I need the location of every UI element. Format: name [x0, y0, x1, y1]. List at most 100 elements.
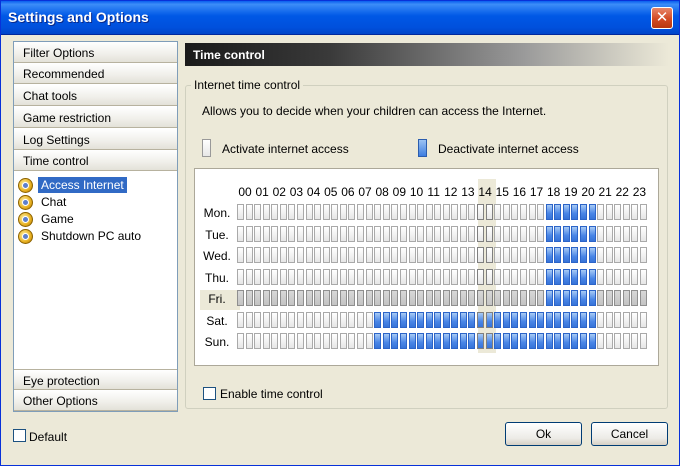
schedule-cell[interactable] [459, 311, 467, 328]
schedule-cell[interactable] [365, 311, 373, 328]
schedule-cell[interactable] [571, 290, 579, 306]
schedule-cell[interactable] [245, 290, 253, 306]
schedule-cell[interactable] [322, 268, 330, 285]
schedule-cell[interactable] [614, 333, 622, 349]
schedule-cell[interactable] [639, 268, 647, 285]
schedule-cell[interactable] [305, 290, 313, 306]
ok-button[interactable]: Ok [505, 422, 582, 446]
schedule-cell[interactable] [417, 225, 424, 242]
schedule-cell[interactable] [639, 333, 647, 349]
schedule-cell[interactable] [254, 247, 262, 263]
schedule-cell[interactable] [391, 290, 399, 306]
schedule-cell[interactable] [331, 311, 339, 328]
hour-label-12[interactable]: 12 [442, 185, 460, 199]
schedule-cell[interactable] [554, 290, 562, 306]
schedule-cell[interactable] [434, 311, 442, 328]
schedule-cell[interactable] [485, 225, 493, 242]
schedule-cell[interactable] [391, 333, 399, 349]
schedule-cell[interactable] [528, 225, 536, 242]
schedule-cell[interactable] [485, 311, 493, 328]
schedule-cell[interactable] [237, 268, 244, 285]
schedule-cell[interactable] [528, 204, 536, 220]
default-label[interactable]: Default [29, 430, 67, 444]
schedule-cell[interactable] [374, 225, 382, 242]
schedule-cell[interactable] [588, 247, 596, 263]
schedule-cell[interactable] [391, 247, 399, 263]
schedule-cell[interactable] [357, 204, 365, 220]
subitem-shutdown-pc-auto[interactable]: Shutdown PC auto [18, 228, 144, 244]
schedule-cell[interactable] [485, 290, 493, 306]
schedule-cell[interactable] [631, 290, 639, 306]
hour-label-02[interactable]: 02 [270, 185, 288, 199]
schedule-cell[interactable] [382, 204, 390, 220]
schedule-cell[interactable] [639, 290, 647, 306]
schedule-cell[interactable] [545, 225, 553, 242]
hour-label-05[interactable]: 05 [322, 185, 340, 199]
schedule-cell[interactable] [631, 311, 639, 328]
hour-label-01[interactable]: 01 [253, 185, 271, 199]
schedule-cell[interactable] [459, 247, 467, 263]
schedule-cell[interactable] [451, 204, 459, 220]
schedule-cell[interactable] [631, 225, 639, 242]
schedule-cell[interactable] [639, 311, 647, 328]
schedule-cell[interactable] [597, 311, 605, 328]
schedule-cell[interactable] [305, 311, 313, 328]
schedule-cell[interactable] [605, 204, 613, 220]
schedule-cell[interactable] [605, 290, 613, 306]
schedule-cell[interactable] [322, 290, 330, 306]
schedule-cell[interactable] [237, 225, 244, 242]
hour-label-04[interactable]: 04 [305, 185, 323, 199]
cancel-button[interactable]: Cancel [591, 422, 668, 446]
schedule-cell[interactable] [554, 311, 562, 328]
schedule-cell[interactable] [331, 204, 339, 220]
schedule-cell[interactable] [588, 204, 596, 220]
schedule-cell[interactable] [374, 333, 382, 349]
schedule-cell[interactable] [425, 247, 433, 263]
schedule-cell[interactable] [597, 204, 605, 220]
schedule-cell[interactable] [296, 225, 304, 242]
schedule-cell[interactable] [417, 333, 424, 349]
schedule-cell[interactable] [314, 290, 322, 306]
schedule-cell[interactable] [399, 204, 407, 220]
schedule-cell[interactable] [408, 268, 416, 285]
schedule-cell[interactable] [434, 290, 442, 306]
schedule-cell[interactable] [382, 311, 390, 328]
schedule-cell[interactable] [605, 247, 613, 263]
hour-label-10[interactable]: 10 [408, 185, 426, 199]
schedule-cell[interactable] [296, 268, 304, 285]
schedule-cell[interactable] [279, 290, 287, 306]
schedule-cell[interactable] [451, 225, 459, 242]
schedule-cell[interactable] [314, 333, 322, 349]
schedule-cell[interactable] [382, 333, 390, 349]
schedule-cell[interactable] [562, 225, 570, 242]
schedule-cell[interactable] [639, 204, 647, 220]
hour-label-15[interactable]: 15 [493, 185, 511, 199]
schedule-cell[interactable] [519, 311, 527, 328]
schedule-cell[interactable] [528, 290, 536, 306]
schedule-cell[interactable] [237, 333, 244, 349]
schedule-cell[interactable] [365, 333, 373, 349]
schedule-cell[interactable] [580, 204, 587, 220]
hour-label-08[interactable]: 08 [373, 185, 391, 199]
schedule-cell[interactable] [279, 225, 287, 242]
schedule-cell[interactable] [322, 247, 330, 263]
schedule-cell[interactable] [605, 225, 613, 242]
schedule-cell[interactable] [271, 204, 279, 220]
schedule-cell[interactable] [434, 204, 442, 220]
schedule-cell[interactable] [519, 333, 527, 349]
schedule-cell[interactable] [314, 247, 322, 263]
schedule-cell[interactable] [417, 268, 424, 285]
hour-label-19[interactable]: 19 [562, 185, 580, 199]
schedule-cell[interactable] [519, 247, 527, 263]
schedule-cell[interactable] [639, 247, 647, 263]
schedule-cell[interactable] [357, 311, 365, 328]
schedule-cell[interactable] [494, 311, 502, 328]
schedule-cell[interactable] [511, 290, 519, 306]
schedule-cell[interactable] [296, 311, 304, 328]
schedule-cell[interactable] [262, 247, 270, 263]
schedule-cell[interactable] [537, 311, 545, 328]
schedule-cell[interactable] [494, 333, 502, 349]
schedule-cell[interactable] [468, 290, 476, 306]
schedule-cell[interactable] [288, 247, 296, 263]
schedule-cell[interactable] [374, 268, 382, 285]
